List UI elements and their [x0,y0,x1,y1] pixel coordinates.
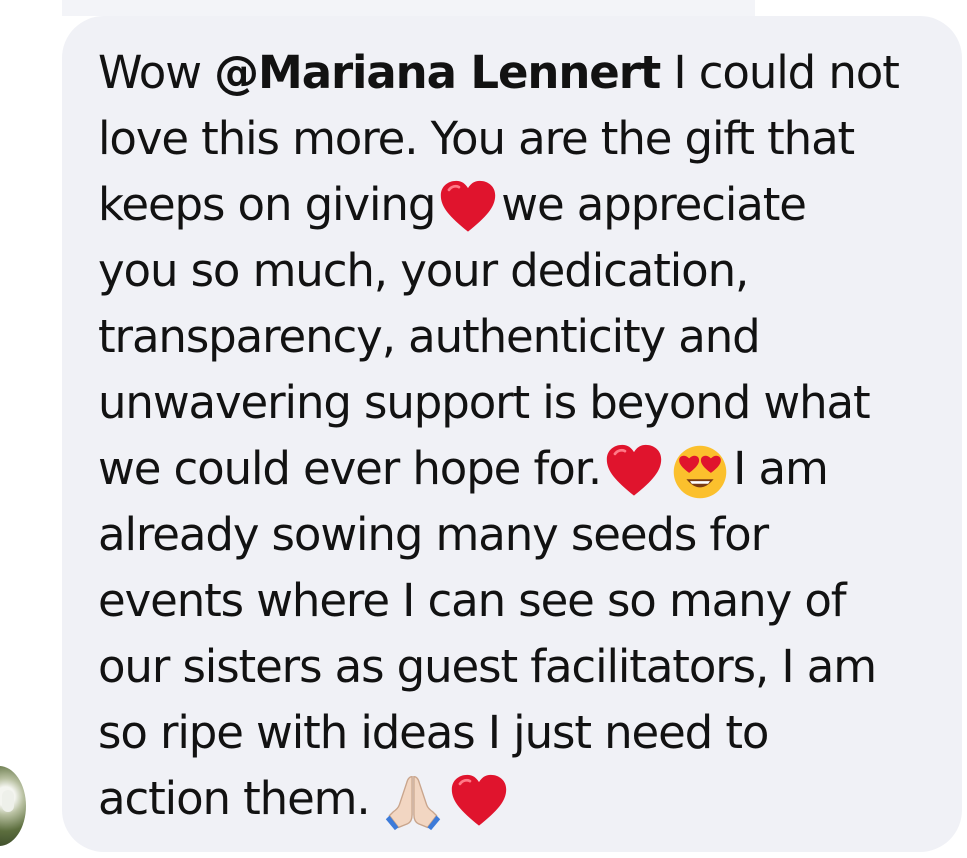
comment-line-8: already sowing many seeds for [98,508,769,561]
comment-line-9: events where I can see so many of [98,574,847,627]
comment-line-6: unwavering support is beyond what [98,376,871,429]
comment-text: I am [733,442,829,495]
comment-line-1: Wow @Mariana Lennert I could not [98,44,900,102]
previous-message-edge [62,0,755,16]
comment-text: we appreciate [501,178,807,231]
red-heart-icon [450,773,508,831]
folded-hands-icon [384,773,442,831]
comment-line-4: you so much, your dedication, [98,244,749,297]
mention-link[interactable]: @Mariana Lennert [214,46,661,99]
comment-line-10: our sisters as guest facilitators, I am [98,640,877,693]
red-heart-icon [605,443,663,501]
comment-line-11: so ripe with ideas I just need to [98,706,769,759]
comment-text: Wow [98,46,215,99]
heart-eyes-face-icon [671,443,729,501]
comment-line-3: keeps on giving we appreciate [98,176,807,237]
comment-line-2: love this more. You are the gift that [98,112,855,165]
comment-line-5: transparency, authenticity and [98,310,761,363]
comment-text: keeps on giving [98,178,436,231]
comment-text: action them. [98,772,371,825]
red-heart-icon [439,179,497,237]
comment-line-12: action them. [98,770,512,831]
comment-text: I could not [660,46,899,99]
comment-text: we could ever hope for. [98,442,602,495]
comment-line-7: we could ever hope for. I am [98,440,829,501]
commenter-avatar[interactable] [0,766,26,846]
